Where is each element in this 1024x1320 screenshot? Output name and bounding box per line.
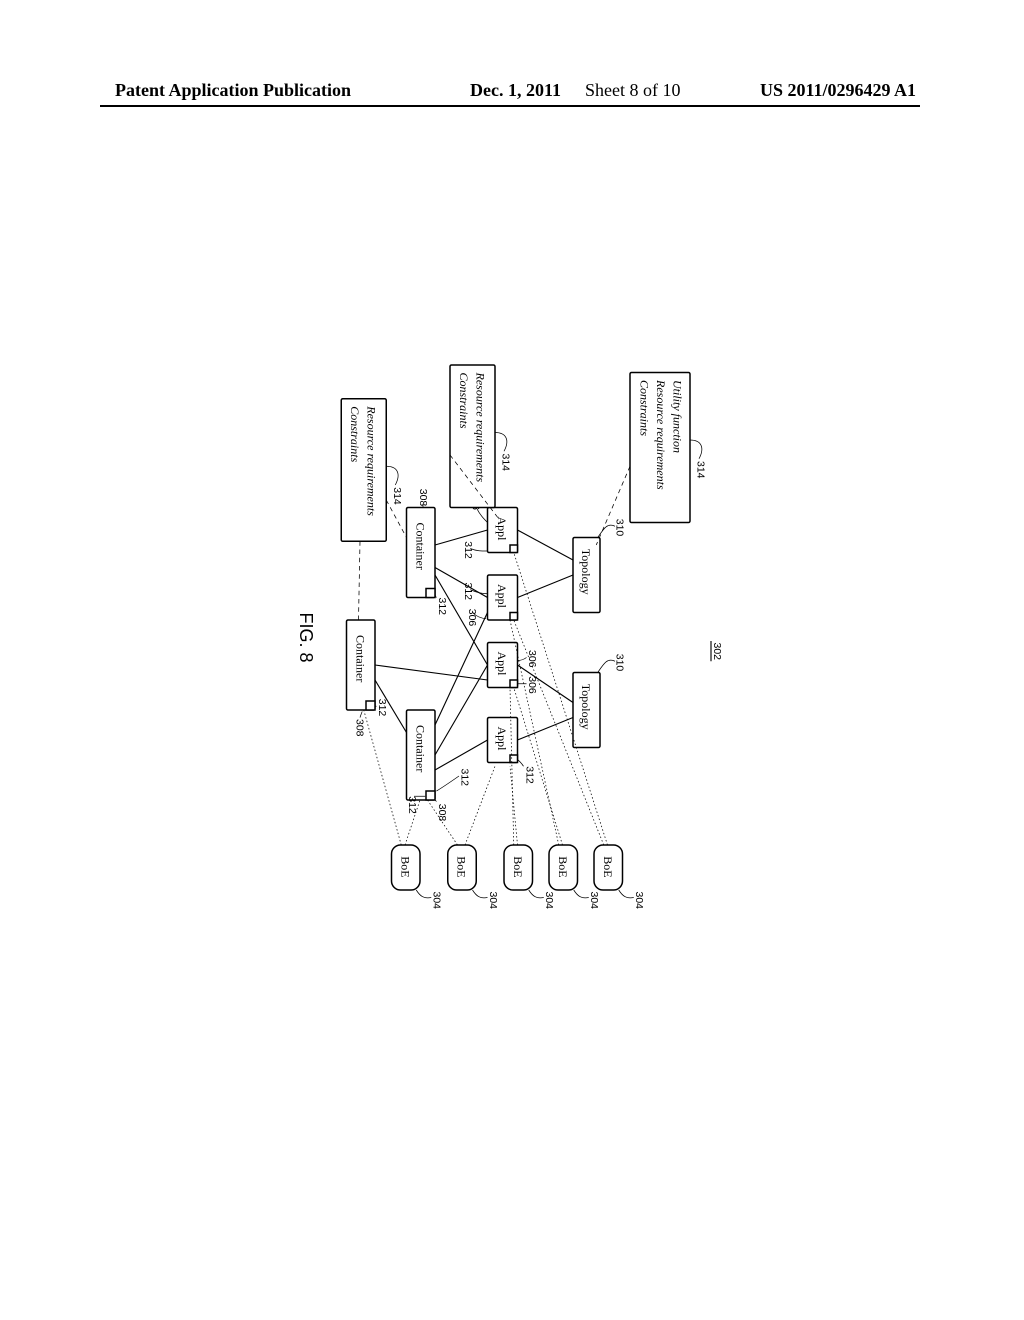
annotation-314a-line3: Constraints xyxy=(638,380,652,436)
annotation-314c-line2: Constraints xyxy=(348,406,362,462)
leader-308-3 xyxy=(360,712,362,718)
leader-304-3 xyxy=(529,890,544,898)
annotation-314c-line1: Resource requirements xyxy=(365,405,379,516)
appl-1-label: Appl xyxy=(495,517,509,542)
header-rule xyxy=(100,105,920,107)
annotation-314a-line1: Utility function xyxy=(671,380,685,453)
ref-312-c: 312 xyxy=(524,766,536,784)
figure-8-diagram: 302 Utility function Resource requiremen… xyxy=(110,350,910,950)
annotation-314b-line2: Constraints xyxy=(457,373,471,429)
leader-310b xyxy=(598,660,615,672)
ref-310b: 310 xyxy=(614,654,626,672)
appl-3-label: Appl xyxy=(495,652,509,677)
edge-topoB-appl4 xyxy=(518,718,574,741)
ref-306-2: 306 xyxy=(466,609,478,627)
ref-304-3: 304 xyxy=(543,892,555,910)
container-3-label: Container xyxy=(353,635,367,682)
ref-312-f: 312 xyxy=(458,769,470,787)
topology-box-a: Topology 310 xyxy=(573,519,626,613)
container-box-1: Container xyxy=(407,508,436,598)
dot-boe2-appl xyxy=(514,688,563,846)
boe-2-label: BoE xyxy=(556,856,570,877)
container-2-label: Container xyxy=(413,725,427,772)
ref-312-a: 312 xyxy=(462,541,474,559)
leader-314b xyxy=(495,433,507,452)
boe-box-2: BoE 304 xyxy=(549,845,600,909)
figure-caption: FIG. 8 xyxy=(296,613,316,663)
leader-306-3 xyxy=(518,658,527,661)
boe-box-5: BoE 304 xyxy=(392,845,443,909)
ref-314b: 314 xyxy=(500,454,512,472)
ref-312-b: 312 xyxy=(462,583,474,601)
ref-314a: 314 xyxy=(695,461,707,479)
ref-308-2: 308 xyxy=(436,804,448,822)
ref-306-4: 306 xyxy=(526,676,538,694)
header-date: Dec. 1, 2011 xyxy=(470,80,561,101)
edge-appl3-cont3 xyxy=(375,665,488,680)
leader-304-2 xyxy=(574,890,589,898)
annotation-314a-line2: Resource requirements xyxy=(654,379,668,490)
ref-312-g: 312 xyxy=(436,598,448,616)
appl-box-4: Appl xyxy=(488,718,518,763)
leader-312-f xyxy=(437,776,460,791)
leader-312-c xyxy=(518,760,524,767)
dot-boe3-appl3 xyxy=(510,688,514,846)
ref-314c: 314 xyxy=(391,487,403,505)
ref-312-d: 312 xyxy=(376,699,388,717)
ref-304-1: 304 xyxy=(633,892,645,910)
leader-304-1 xyxy=(619,890,634,898)
ref-308-3: 308 xyxy=(353,719,365,737)
container-box-3: Container xyxy=(347,620,376,710)
annotation-314b-line1: Resource requirements xyxy=(473,372,487,483)
boe-5-label: BoE xyxy=(398,856,412,877)
boe-box-3: BoE 304 xyxy=(504,845,555,909)
boe-3-label: BoE xyxy=(511,856,525,877)
header-sheet: Sheet 8 of 10 xyxy=(585,80,680,101)
edge-appl4-cont2 xyxy=(435,740,488,770)
topology-b-label: Topology xyxy=(579,684,593,730)
appl-box-2: Appl xyxy=(488,575,518,620)
ref-306-3: 306 xyxy=(526,650,538,668)
ref-310a: 310 xyxy=(614,519,626,537)
leader-304-5 xyxy=(416,890,431,898)
edge-appl2-cont2 xyxy=(435,613,488,726)
appl-4-label: Appl xyxy=(495,727,509,752)
ref-302: 302 xyxy=(711,643,723,661)
topology-box-b: Topology 310 xyxy=(573,654,626,748)
edge-topoA-appl1 xyxy=(518,530,574,560)
leader-314a xyxy=(690,440,702,459)
edge-appl3-cont1 xyxy=(435,575,488,665)
page: Patent Application Publication Dec. 1, 2… xyxy=(0,0,1024,1320)
boe-box-1: BoE 304 xyxy=(594,845,645,909)
ref-304-4: 304 xyxy=(487,892,499,910)
container-1-label: Container xyxy=(413,523,427,570)
edge-topoA-appl2 xyxy=(518,575,574,598)
edge-appl1-cont1 xyxy=(435,530,488,545)
annotation-box-314c: Resource requirements Constraints 314 xyxy=(341,399,403,542)
appl-box-3: Appl xyxy=(488,643,518,688)
boe-column: BoE 304 BoE 304 BoE 304 xyxy=(392,845,646,909)
dash-314c-cont1 xyxy=(386,500,406,538)
topology-a-label: Topology xyxy=(579,549,593,595)
annotation-box-314b: Resource requirements Constraints 314 xyxy=(450,365,512,508)
appl-box-1: Appl xyxy=(488,508,518,553)
dot-boe5-cont3 xyxy=(364,710,402,845)
container-box-2: Container xyxy=(407,710,436,800)
leader-314c xyxy=(386,466,398,485)
boe-box-4: BoE 304 xyxy=(448,845,499,909)
ref-304-2: 304 xyxy=(588,892,600,910)
appl-2-label: Appl xyxy=(495,584,509,609)
annotation-box-314a: Utility function Resource requirements C… xyxy=(630,373,707,523)
ref-312-e: 312 xyxy=(406,796,418,814)
leader-304-4 xyxy=(473,890,488,898)
boe-4-label: BoE xyxy=(455,856,469,877)
edge-appl2-cont1 xyxy=(435,568,488,598)
dash-314c-cont3 xyxy=(359,541,361,620)
ref-304-5: 304 xyxy=(431,892,443,910)
boe-1-label: BoE xyxy=(601,856,615,877)
header-pub-number: US 2011/0296429 A1 xyxy=(760,80,916,101)
header-pub-type: Patent Application Publication xyxy=(115,80,351,101)
